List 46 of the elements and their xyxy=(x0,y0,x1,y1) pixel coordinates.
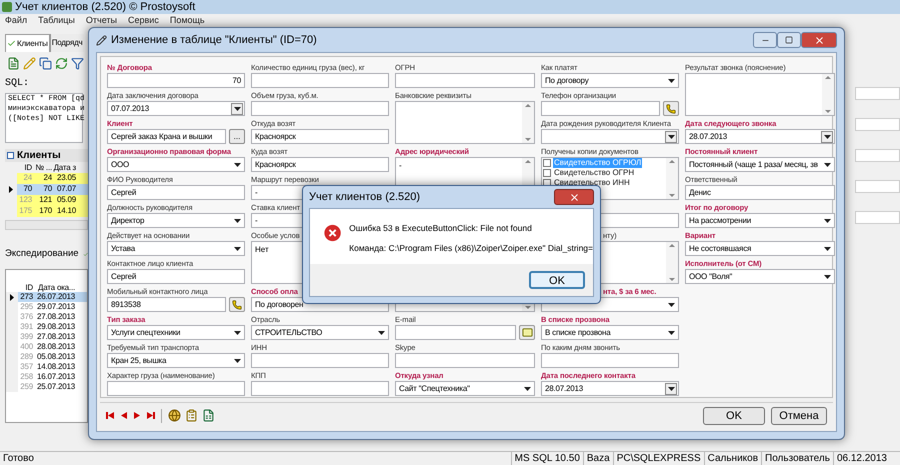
error-message: Ошибка 53 в ExecuteButtonClick: File not found xyxy=(349,222,533,235)
table-cell-text: 175 xyxy=(18,206,33,217)
table-cell-text: 05.08.2013 xyxy=(36,352,76,362)
status-text: Готово xyxy=(2,452,35,465)
table-cell-text: 24 xyxy=(42,173,53,184)
table-cell-text: 24 xyxy=(22,173,33,184)
table-cell-text: 29.08.2013 xyxy=(36,322,76,332)
table-cell-text: 25.07.2013 xyxy=(36,382,76,392)
table-cell-text: 258 xyxy=(19,372,34,382)
table-cell-text: 259 xyxy=(19,382,34,392)
table-cell-text: 400 xyxy=(19,342,34,352)
table-cell-text: 05.09 xyxy=(56,195,77,206)
table-cell-text: 70 xyxy=(22,184,33,195)
status-cell: 06.12.2013 xyxy=(832,451,890,465)
table-cell-text: 27.08.2013 xyxy=(36,332,76,342)
table-cell-text: 399 xyxy=(19,332,34,342)
table-cell-text: 14.08.2013 xyxy=(36,362,76,372)
table-cell-text: 376 xyxy=(19,312,34,322)
table-cell-text: 273 xyxy=(19,292,34,302)
table-cell-text: 295 xyxy=(19,302,34,312)
window-title: Изменение в таблице "Клиенты" (ID=70) xyxy=(111,32,317,48)
window-title: Учет клиентов (2.520) © Prostoysoft xyxy=(15,1,196,13)
command-text: Команда: C:\Program Files (x86)\Zoiper\Zoiper.exe" Dial_string= xyxy=(349,242,593,254)
status-cell: Baza xyxy=(582,451,613,465)
table-cell-text: 121 xyxy=(38,195,53,206)
table-cell-text: 07.07 xyxy=(56,184,77,195)
status-cell: PC\SQLEXPRESS xyxy=(612,451,704,465)
table-cell-text: 28.08.2013 xyxy=(36,342,76,352)
table-cell-text: 16.07.2013 xyxy=(36,372,76,382)
status-cell: Пользователь xyxy=(761,451,833,465)
table-cell-text: 27.08.2013 xyxy=(36,312,76,322)
table-cell-text: 70 xyxy=(42,184,53,195)
panel-title: Клиенты xyxy=(17,149,61,163)
table-cell-text: 391 xyxy=(19,322,34,332)
table-cell-text: 357 xyxy=(19,362,34,372)
status-cell: MS SQL 10.50 xyxy=(510,451,583,465)
table-cell-text: 123 xyxy=(18,195,33,206)
table-cell-text: 26.07.2013 xyxy=(36,292,76,302)
table-cell-text: 29.07.2013 xyxy=(36,302,76,312)
table-cell-text: 23.05 xyxy=(56,173,77,184)
table-cell-text: 289 xyxy=(19,352,34,362)
table-cell-text: 14.10 xyxy=(56,206,77,217)
sql-label: SQL: xyxy=(5,77,30,91)
status-cell: Сальников xyxy=(704,451,762,465)
table-cell-text: 170 xyxy=(38,206,53,217)
section-title: Экспедирование xyxy=(5,247,79,261)
